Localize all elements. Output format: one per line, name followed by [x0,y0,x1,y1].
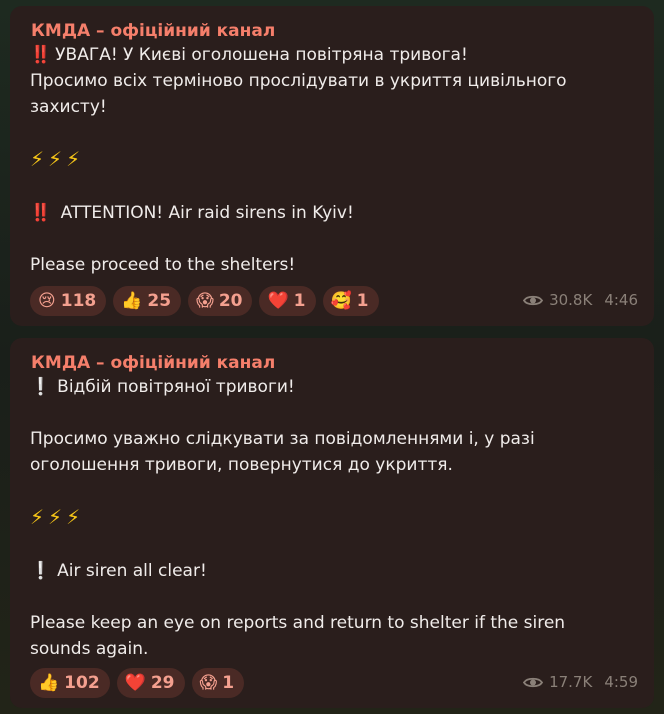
exclamation-icon: ❕ [30,561,52,581]
eye-icon [523,677,544,687]
line-text: sounds again. [30,639,149,659]
eye-icon [523,295,544,305]
line-break [30,478,634,504]
text-line: Просимо всіх терміново прослідувати в ук… [30,68,634,94]
reaction-count: 25 [147,291,172,311]
lightning-icons: ⚡⚡⚡ [30,147,85,171]
reaction-count: 1 [356,291,369,311]
text-line: ❕ Відбій повітряної тривоги! [30,374,634,400]
thumbs-up-emoji-icon: 👍 [121,291,143,311]
line-break [30,532,634,558]
reactions-bar: 👍 102 ❤️ 29 😱 1 [30,668,245,698]
message-text: ❕ Відбій повітряної тривоги! Просимо уважн… [30,374,634,662]
line-break [30,584,634,610]
text-line: ‼️ ATTENTION! Air raid sirens in Kyiv! [30,200,634,226]
reaction-heart[interactable]: ❤️ 29 [116,668,185,698]
text-line: ‼️ УВАГА! У Києві оголошена повітряна три… [30,42,634,68]
line-text: УВАГА! У Києві оголошена повітряна триво… [55,45,468,65]
reaction-thumbs-up[interactable]: 👍 102 [30,668,110,698]
crying-emoji-icon: 😢 [38,291,56,311]
reaction-thumbs-up[interactable]: 👍 25 [113,286,182,316]
line-text: оголошення тривоги, повернутися до укрит… [30,455,453,475]
line-text: Please keep an eye on reports and return… [30,613,566,633]
text-line: Please proceed to the shelters! [30,252,634,278]
line-text: Please proceed to the shelters! [30,255,296,275]
message-time: 4:46 [604,291,638,309]
text-line: ❕ Air siren all clear! [30,558,634,584]
line-text: Air siren all clear! [57,561,207,581]
reaction-smiling-hearts[interactable]: 🥰 1 [322,286,379,316]
thumbs-up-emoji-icon: 👍 [38,673,60,693]
reaction-count: 118 [60,291,97,311]
message-bubble[interactable]: КМДА – офіційний канал ❕ Відбій повітряно… [10,338,654,708]
line-text: Просимо уважно слідкувати за повідомленн… [30,429,535,449]
screaming-emoji-icon: 😱 [196,291,214,311]
line-text: захисту! [30,97,107,117]
channel-feed: КМДА – офіційний канал ‼️ УВАГА! У Києві … [0,0,664,714]
reaction-count: 102 [64,673,100,693]
message-text: ‼️ УВАГА! У Києві оголошена повітряна три… [30,42,634,278]
text-line: захисту! [30,94,634,120]
reaction-count: 29 [150,673,175,693]
reaction-screaming[interactable]: 😱 1 [191,668,245,698]
reaction-count: 20 [218,291,243,311]
text-line: оголошення тривоги, повернутися до укрит… [30,452,634,478]
heart-emoji-icon: ❤️ [124,673,146,693]
text-line: Просимо уважно слідкувати за повідомленн… [30,426,634,452]
channel-name[interactable]: КМДА – офіційний канал [31,352,634,374]
double-exclamation-icon: ‼️ [30,203,52,223]
heart-emoji-icon: ❤️ [267,291,289,311]
smiling-hearts-emoji-icon: 🥰 [330,291,352,311]
exclamation-icon: ❕ [30,377,52,397]
line-break [30,400,634,426]
line-break [30,174,634,200]
view-count: 17.7K [549,673,593,691]
text-line: sounds again. [30,636,634,662]
line-text: ATTENTION! Air raid sirens in Kyiv! [55,203,354,223]
message-meta: 17.7K 4:59 [523,673,638,691]
line-break [30,226,634,252]
line-break [30,120,634,146]
message-meta: 30.8K 4:46 [523,291,638,309]
reactions-bar: 😢 118 👍 25 😱 20 ❤️ 1 🥰 1 [30,286,379,316]
text-line: Please keep an eye on reports and return… [30,610,634,636]
lightning-emoji-line: ⚡⚡⚡ [30,504,634,532]
reaction-count: 1 [222,673,235,693]
reaction-crying[interactable]: 😢 118 [30,286,107,316]
line-text: Просимо всіх терміново прослідувати в ук… [30,71,567,91]
message-footer: 😢 118 👍 25 😱 20 ❤️ 1 🥰 1 30.8K 4:46 [30,286,638,316]
reaction-heart[interactable]: ❤️ 1 [259,286,316,316]
reaction-count: 1 [293,291,306,311]
double-exclamation-icon: ‼️ [30,45,52,65]
reaction-screaming[interactable]: 😱 20 [188,286,253,316]
lightning-icons: ⚡⚡⚡ [30,505,85,529]
lightning-emoji-line: ⚡⚡⚡ [30,146,634,174]
line-text: Відбій повітряної тривоги! [57,377,295,397]
channel-name[interactable]: КМДА – офіційний канал [31,20,634,42]
message-time: 4:59 [604,673,638,691]
screaming-emoji-icon: 😱 [199,673,218,693]
message-footer: 👍 102 ❤️ 29 😱 1 17.7K 4:59 [30,668,638,698]
message-bubble[interactable]: КМДА – офіційний канал ‼️ УВАГА! У Києві … [10,6,654,326]
view-count: 30.8K [549,291,593,309]
